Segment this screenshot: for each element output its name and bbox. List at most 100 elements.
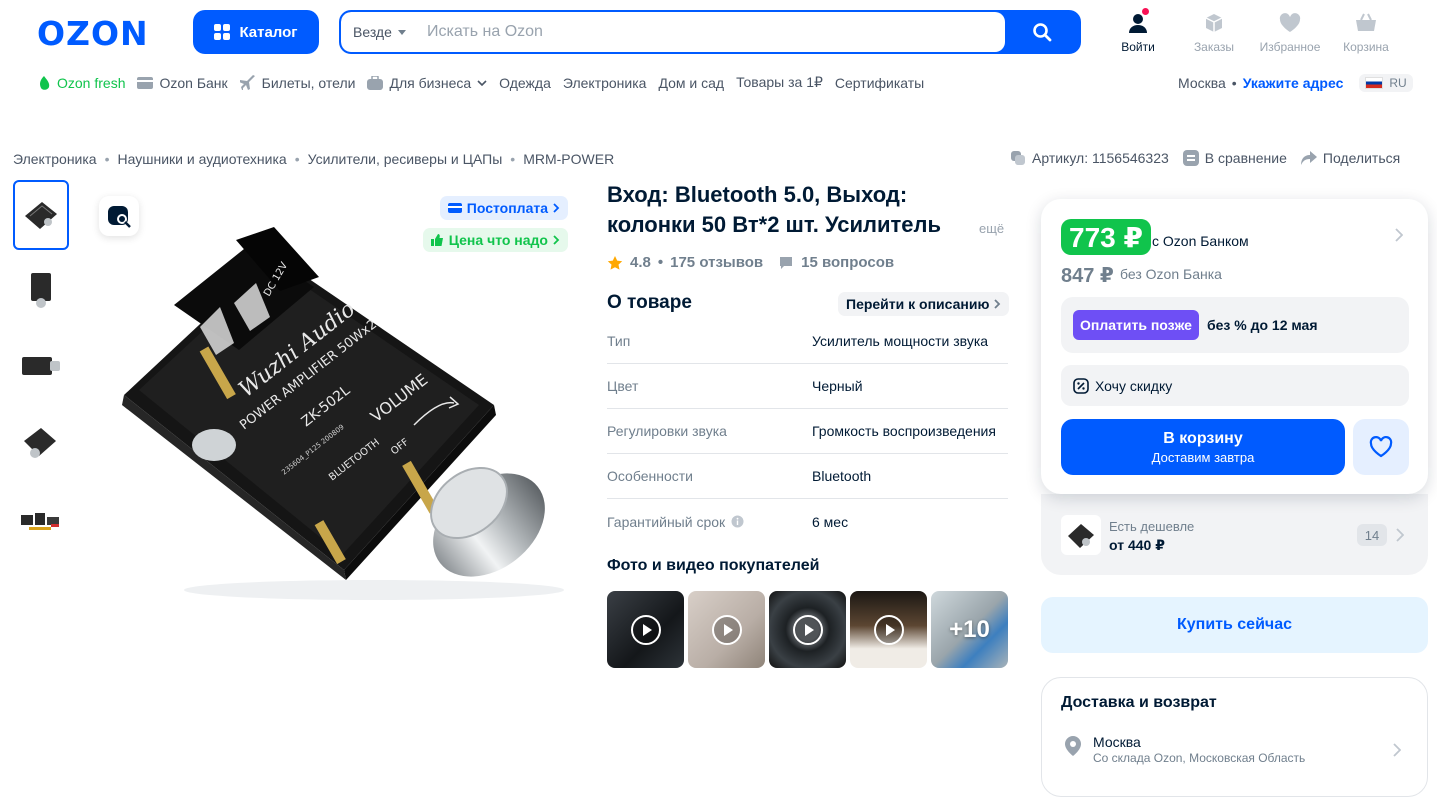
- price-without-card-note: без Ozon Банка: [1120, 266, 1222, 282]
- language-selector[interactable]: RU: [1359, 74, 1413, 92]
- search-scope-dropdown[interactable]: Везде: [353, 24, 406, 40]
- nav-item-home[interactable]: Дом и сад: [658, 75, 724, 91]
- gallery-thumbnail[interactable]: [13, 180, 69, 250]
- cart-icon: [1356, 13, 1376, 31]
- spec-row: Цвет Черный: [607, 364, 1008, 409]
- catalog-button[interactable]: Каталог: [193, 10, 319, 54]
- spec-key: Регулировки звука: [607, 423, 727, 439]
- city-label: Москва: [1178, 75, 1226, 91]
- orders-button[interactable]: Заказы: [1179, 11, 1249, 54]
- chevron-down-icon: [477, 79, 487, 86]
- catalog-label: Каталог: [239, 23, 298, 41]
- search-button[interactable]: [1005, 12, 1079, 52]
- title-more-link[interactable]: ещё: [979, 221, 1004, 236]
- gallery-thumbnail[interactable]: [13, 485, 69, 555]
- spec-key: Гарантийный срок: [607, 513, 726, 530]
- breadcrumb-item[interactable]: Наушники и аудиотехника: [118, 151, 287, 167]
- compare-button[interactable]: В сравнение: [1182, 150, 1287, 166]
- price-without-card: 847 ₽: [1061, 265, 1114, 287]
- dot-separator: •: [1231, 75, 1237, 91]
- delivery-source: Со склада Ozon, Московская Область: [1093, 751, 1306, 765]
- customer-video-thumbnail[interactable]: [688, 591, 765, 668]
- orders-label: Заказы: [1193, 40, 1235, 54]
- nav-item-electronics[interactable]: Электроника: [563, 75, 647, 91]
- spec-key: Особенности: [607, 468, 693, 484]
- breadcrumb-item[interactable]: Электроника: [13, 151, 97, 167]
- cheaper-offer-count: 14: [1357, 524, 1387, 546]
- spec-key: Цвет: [607, 378, 639, 394]
- nav-item-clothes[interactable]: Одежда: [499, 75, 551, 91]
- heart-icon: [1279, 13, 1301, 32]
- customer-video-thumbnail[interactable]: [607, 591, 684, 668]
- image-search-icon: [108, 206, 131, 228]
- favorites-label: Избранное: [1259, 40, 1321, 54]
- spec-value: Усилитель мощности звука: [812, 333, 989, 349]
- go-to-description-label: Перейти к описанию: [846, 296, 990, 312]
- amplifier-thumbnail-image: [25, 202, 57, 229]
- delivery-heading: Доставка и возврат: [1061, 694, 1217, 711]
- share-button[interactable]: Поделиться: [1300, 150, 1401, 166]
- customer-media-more[interactable]: +10: [931, 591, 1008, 668]
- nav-item-tickets[interactable]: Билеты, отели: [239, 74, 356, 91]
- compare-label: В сравнение: [1204, 150, 1287, 166]
- product-meta-actions: Артикул: 1156546323 В сравнение Поделить…: [1010, 150, 1400, 166]
- delivery-city[interactable]: Москва: [1093, 734, 1141, 750]
- login-button[interactable]: Войти: [1103, 8, 1173, 54]
- gallery-thumbnail[interactable]: [13, 255, 69, 325]
- chevron-right-icon[interactable]: [1395, 228, 1403, 242]
- card-icon: [137, 76, 154, 89]
- spec-value: Bluetooth: [812, 468, 872, 484]
- location-selector[interactable]: Москва • Укажите адрес RU: [1178, 74, 1413, 92]
- breadcrumb-item[interactable]: Усилители, ресиверы и ЦАПы: [308, 151, 503, 167]
- gallery-thumbnail[interactable]: [13, 408, 69, 478]
- cart-button[interactable]: Корзина: [1331, 11, 1401, 54]
- nav-item-business[interactable]: Для бизнеса: [367, 75, 487, 91]
- add-to-favorites-button[interactable]: [1353, 419, 1409, 475]
- search-scope-label: Везде: [353, 24, 392, 40]
- chevron-right-icon[interactable]: [1393, 743, 1401, 757]
- customer-video-thumbnail[interactable]: [850, 591, 927, 668]
- nav-item-ozon-bank[interactable]: Ozon Банк: [137, 75, 228, 91]
- nav-item-one-ruble[interactable]: Товары за 1₽: [736, 74, 823, 91]
- delivery-eta: Доставим завтра: [1151, 449, 1255, 465]
- postpay-badge[interactable]: Постоплата: [439, 196, 568, 220]
- nav-item-label: Билеты, отели: [261, 74, 356, 91]
- share-label: Поделиться: [1322, 150, 1401, 166]
- amplifier-thumbnail-image: [31, 273, 51, 308]
- info-icon[interactable]: [731, 515, 744, 528]
- russia-flag-icon: [1365, 77, 1384, 89]
- go-to-description-button[interactable]: Перейти к описанию: [838, 292, 1010, 316]
- price-with-card[interactable]: 773 ₽: [1061, 219, 1151, 255]
- reviews-link[interactable]: 175 отзывов: [670, 254, 763, 271]
- address-link[interactable]: Укажите адрес: [1243, 75, 1344, 91]
- plane-icon: [239, 74, 255, 90]
- customer-video-thumbnail[interactable]: [769, 591, 846, 668]
- ozon-logo[interactable]: OZON: [37, 14, 149, 53]
- buy-now-button[interactable]: Купить сейчас: [1041, 597, 1428, 653]
- thumbs-up-icon: [430, 234, 443, 246]
- gallery-thumbnail[interactable]: [13, 331, 69, 401]
- share-icon: [1300, 151, 1317, 165]
- pay-later-option[interactable]: Оплатить позже без % до 12 мая: [1061, 297, 1409, 353]
- location-pin-icon: [1065, 736, 1081, 756]
- spec-row: Особенности Bluetooth: [607, 454, 1008, 499]
- copy-icon: [1011, 151, 1025, 165]
- amplifier-thumbnail-image: [1068, 524, 1094, 548]
- nav-item-ozon-fresh[interactable]: Ozon fresh: [37, 75, 125, 91]
- amplifier-thumbnail-image: [22, 357, 60, 375]
- want-discount-button[interactable]: Хочу скидку: [1061, 365, 1409, 406]
- article-copy[interactable]: Артикул: 1156546323: [1010, 150, 1169, 166]
- nav-item-label: Ozon fresh: [57, 74, 126, 91]
- favorites-button[interactable]: Избранное: [1255, 11, 1325, 54]
- search-input[interactable]: [427, 20, 987, 44]
- fair-price-badge[interactable]: Цена что надо: [422, 228, 568, 252]
- questions-link[interactable]: 15 вопросов: [801, 254, 894, 271]
- chevron-down-icon: [397, 29, 406, 35]
- breadcrumb-item[interactable]: MRM-POWER: [523, 151, 614, 167]
- add-to-cart-button[interactable]: В корзину Доставим завтра: [1061, 419, 1345, 475]
- cheaper-offer-price: от 440 ₽: [1109, 537, 1165, 553]
- image-search-button[interactable]: [99, 196, 139, 236]
- nav-item-certificates[interactable]: Сертификаты: [835, 75, 924, 91]
- nav-item-label: Для бизнеса: [389, 74, 472, 91]
- spec-row: Гарантийный срок 6 мес: [607, 499, 1008, 544]
